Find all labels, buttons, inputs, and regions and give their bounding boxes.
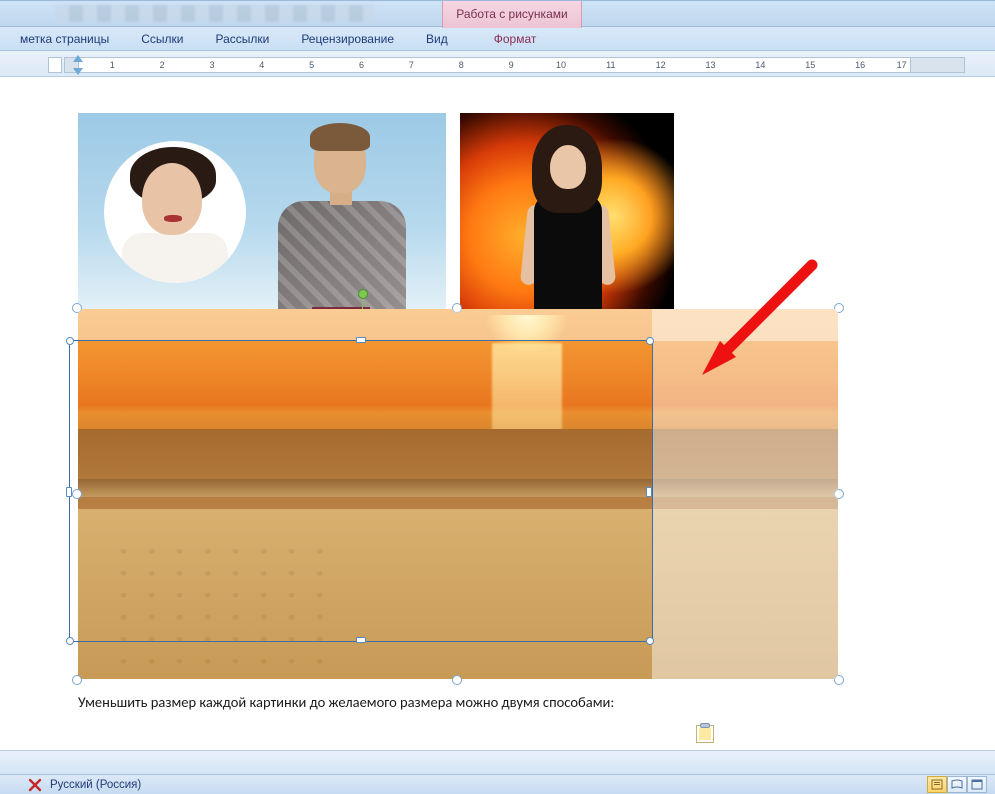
paste-options-button[interactable] — [696, 725, 714, 743]
crop-handle-mr[interactable] — [646, 487, 652, 497]
bottom-strip — [0, 750, 995, 774]
crop-handle-br[interactable] — [646, 637, 654, 645]
ruler-num: 6 — [359, 60, 364, 70]
horizontal-ruler[interactable]: 1 2 3 4 5 6 7 8 9 10 11 12 13 14 15 16 1… — [64, 57, 965, 73]
ruler-num: 16 — [855, 60, 865, 70]
ruler-ticks: 1 2 3 4 5 6 7 8 9 10 11 12 13 14 15 16 1… — [79, 58, 910, 72]
indent-marker-bottom[interactable] — [73, 68, 83, 75]
embedded-image-1[interactable] — [78, 113, 446, 319]
crop-handle-ml[interactable] — [66, 487, 72, 497]
ruler-num: 10 — [556, 60, 566, 70]
document-area[interactable]: Уменьшить размер каждой картинки до жела… — [0, 77, 995, 774]
ruler-num: 3 — [209, 60, 214, 70]
ruler-corner — [48, 57, 62, 73]
image-row — [78, 113, 924, 313]
image2-woman-figure — [522, 125, 614, 317]
ruler-num: 2 — [160, 60, 165, 70]
tab-review[interactable]: Рецензирование — [287, 27, 408, 51]
ruler-num: 7 — [409, 60, 414, 70]
tab-links[interactable]: Ссылки — [127, 27, 197, 51]
ruler-area: 1 2 3 4 5 6 7 8 9 10 11 12 13 14 15 16 1… — [0, 51, 995, 77]
rotate-handle[interactable] — [358, 289, 368, 299]
ruler-num: 14 — [755, 60, 765, 70]
window-title-blurred — [55, 5, 375, 22]
image1-circle-portrait — [104, 141, 246, 283]
view-print-layout-button[interactable] — [927, 776, 947, 793]
crop-selection[interactable] — [70, 341, 652, 641]
view-web-button[interactable] — [967, 776, 987, 793]
resize-handle[interactable] — [452, 675, 462, 685]
tab-mailings[interactable]: Рассылки — [201, 27, 283, 51]
ruler-num: 13 — [706, 60, 716, 70]
ruler-num: 17 — [897, 60, 907, 70]
clipboard-icon — [700, 723, 710, 728]
contextual-tab-picture-tools[interactable]: Работа с рисунками — [442, 1, 582, 28]
ruler-num: 1 — [110, 60, 115, 70]
indent-marker-top[interactable] — [73, 55, 83, 62]
crop-handle-tr[interactable] — [646, 337, 654, 345]
title-bar: Работа с рисунками — [0, 0, 995, 27]
paragraph-text[interactable]: Уменьшить размер каждой картинки до жела… — [78, 693, 614, 711]
status-language[interactable]: Русский (Россия) — [50, 779, 141, 791]
ruler-num: 5 — [309, 60, 314, 70]
ruler-num: 8 — [459, 60, 464, 70]
tab-page-layout[interactable]: метка страницы — [6, 27, 123, 51]
ribbon-tabs: метка страницы Ссылки Рассылки Рецензиро… — [0, 27, 995, 51]
image1-man-figure — [256, 119, 426, 319]
rotate-stem — [362, 299, 363, 309]
ruler-margin-right — [910, 58, 964, 72]
crop-handle-tl[interactable] — [66, 337, 74, 345]
ruler-num: 12 — [656, 60, 666, 70]
ruler-num: 11 — [606, 60, 615, 70]
resize-handle[interactable] — [72, 675, 82, 685]
status-bar: Русский (Россия) — [0, 774, 995, 794]
view-buttons — [927, 776, 987, 793]
crop-handle-tm[interactable] — [356, 337, 366, 343]
page: Уменьшить размер каждой картинки до жела… — [64, 77, 924, 313]
tab-view[interactable]: Вид — [412, 27, 462, 51]
embedded-image-2[interactable] — [460, 113, 674, 319]
crop-dim-right — [652, 309, 838, 679]
tab-format[interactable]: Формат — [480, 27, 551, 51]
ruler-num: 9 — [509, 60, 514, 70]
crop-handle-bm[interactable] — [356, 637, 366, 643]
ruler-num: 4 — [259, 60, 264, 70]
ruler-num: 15 — [805, 60, 815, 70]
embedded-image-sunset-selected[interactable] — [78, 309, 838, 679]
spellcheck-error-icon[interactable] — [26, 777, 44, 793]
crop-handle-bl[interactable] — [66, 637, 74, 645]
view-reading-button[interactable] — [947, 776, 967, 793]
